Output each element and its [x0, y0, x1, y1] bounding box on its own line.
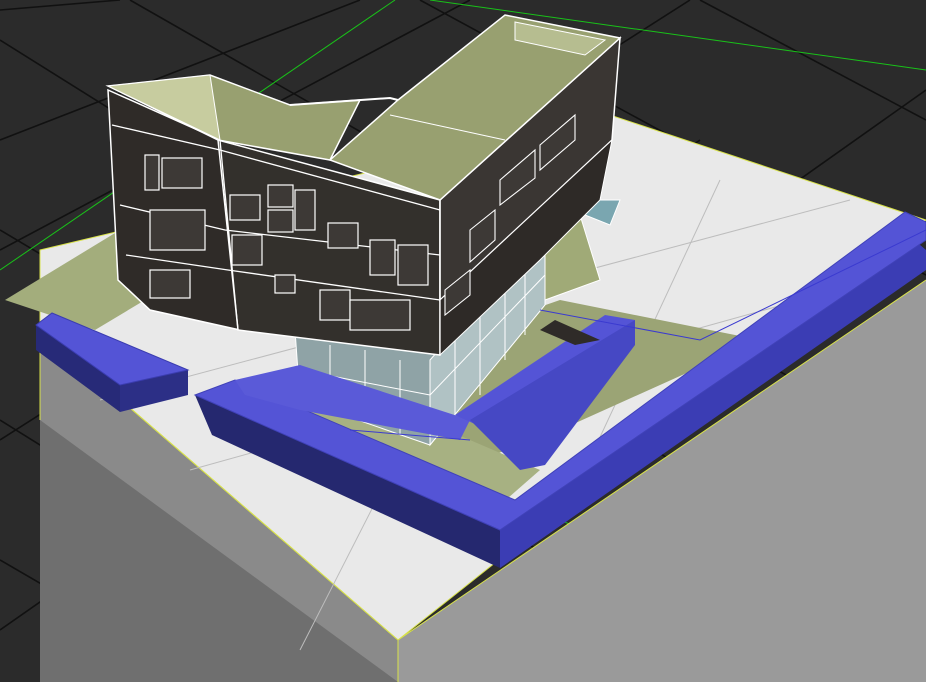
3d-perspective-viewport[interactable]	[0, 0, 926, 682]
